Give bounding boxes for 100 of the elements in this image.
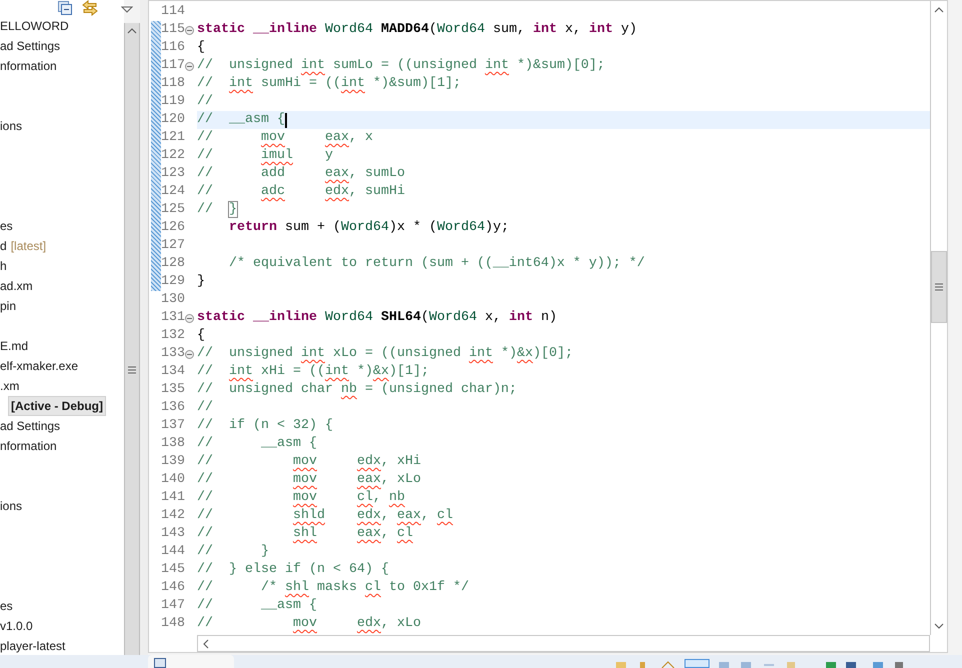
console-tab[interactable] (148, 655, 234, 668)
code-line: // if (n < 32) { (197, 417, 333, 435)
grip-icon (128, 366, 136, 374)
fold-icon[interactable] (185, 350, 194, 358)
tree-item[interactable]: es (0, 597, 13, 615)
line-number: 120 (161, 111, 185, 129)
sidebar-scrollbar[interactable] (124, 23, 140, 655)
tree-item[interactable]: es (0, 217, 13, 235)
code-line: // mov cl, nb (197, 489, 405, 507)
code-line: // unsigned int xLo = ((unsigned int *)&x)[0]; (197, 345, 573, 363)
code-line: { (197, 327, 205, 345)
version-label: [latest] (10, 238, 46, 255)
code-line: // } (197, 201, 237, 219)
tree-item[interactable]: ions (0, 117, 22, 135)
scrollbar-thumb[interactable] (931, 251, 947, 323)
code-line: // __asm { (197, 597, 317, 615)
code-line: // imul y (197, 147, 333, 165)
line-number: 142 (161, 507, 185, 525)
code-line: // mov eax, xLo (197, 471, 421, 489)
line-number: 146 (161, 579, 185, 597)
code-line: // (197, 399, 213, 417)
link-arrows-icon[interactable] (82, 0, 98, 16)
code-line: // unsigned int sumLo = ((unsigned int *)&sum)[0]; (197, 57, 605, 75)
code-line: return sum + (Word64)x * (Word64)y; (228, 219, 509, 237)
line-number: 115 (161, 21, 185, 39)
code-line: // adc edx, sumHi (197, 183, 405, 201)
horizontal-scrollbar[interactable] (197, 635, 930, 652)
tree-item[interactable]: ad.xm (0, 277, 33, 295)
text-cursor (284, 112, 287, 128)
line-number: 137 (161, 417, 185, 435)
tree-item[interactable]: player-latest (0, 637, 66, 655)
tree-item[interactable]: h (0, 257, 7, 275)
line-number: 141 (161, 489, 185, 507)
code-line: // int sumHi = ((int *)&sum)[1]; (197, 75, 461, 93)
code-line: // unsigned char nb = (unsigned char)n; (197, 381, 517, 399)
tree-item[interactable]: pin (0, 297, 16, 315)
fold-icon[interactable] (185, 62, 194, 70)
tree-item[interactable]: nformation (0, 57, 57, 75)
line-number: 143 (161, 525, 185, 543)
editor-scrollbar[interactable] (930, 1, 947, 635)
console-icon (154, 658, 166, 668)
fold-icon[interactable] (185, 314, 194, 322)
line-number: 135 (161, 381, 185, 399)
code-line: // /* shl masks cl to 0x1f */ (197, 579, 469, 597)
tree-item[interactable]: d (0, 237, 7, 255)
tree-item[interactable]: nformation (0, 437, 57, 455)
code-line: } (197, 273, 205, 291)
line-number: 136 (161, 399, 185, 417)
line-number: 134 (161, 363, 185, 381)
line-number: 117 (161, 57, 185, 75)
line-number: 123 (161, 165, 185, 183)
code-line: { (197, 39, 205, 57)
fold-icon[interactable] (185, 26, 194, 34)
line-number: 124 (161, 183, 185, 201)
line-number: 129 (161, 273, 185, 291)
code-line: static __inline Word64 MADD64(Word64 sum, int x, int y) (197, 21, 637, 39)
line-number: 118 (161, 75, 185, 93)
line-number: 114 (161, 3, 185, 21)
code-line: // (197, 93, 213, 111)
tree-item[interactable]: [Active - Debug] (8, 396, 106, 416)
grip-icon (935, 283, 943, 291)
line-number: 140 (161, 471, 185, 489)
code-line: // } (197, 543, 269, 561)
tree-item[interactable]: ad Settings (0, 417, 60, 435)
line-number: 116 (161, 39, 185, 57)
tree-item[interactable]: .xm (0, 377, 20, 395)
tree-item[interactable]: ions (0, 497, 22, 515)
line-number: 127 (161, 237, 185, 255)
line-number: 139 (161, 453, 185, 471)
line-number: 121 (161, 129, 185, 147)
code-line: static __inline Word64 SHL64(Word64 x, int n) (197, 309, 557, 327)
code-line: // shld edx, eax, cl (197, 507, 453, 525)
code-line: // mov edx, xHi (197, 453, 421, 471)
collapse-all-icon[interactable] (58, 1, 72, 15)
line-number: 130 (161, 291, 185, 309)
line-number: 122 (161, 147, 185, 165)
toolbar-icon-drawing[interactable] (614, 659, 904, 668)
tree-item[interactable]: ELLOWORD (0, 17, 69, 35)
code-line: /* equivalent to return (sum + ((__int64)x * y)); */ (228, 255, 645, 273)
code-line: // mov eax, x (197, 129, 373, 147)
tree-item[interactable]: elf-xmaker.exe (0, 357, 78, 375)
code-line: // shl eax, cl (197, 525, 413, 543)
line-number: 138 (161, 435, 185, 453)
line-number: 132 (161, 327, 185, 345)
code-line: // } else if (n < 64) { (197, 561, 389, 579)
view-menu-icon[interactable] (121, 6, 133, 14)
line-number: 119 (161, 93, 185, 111)
tree-item[interactable]: ad Settings (0, 37, 60, 55)
line-number: 125 (161, 201, 185, 219)
code-line: // __asm { (197, 435, 317, 453)
line-number: 148 (161, 615, 185, 633)
line-number: 126 (161, 219, 185, 237)
tree-item[interactable]: E.md (0, 337, 28, 355)
tree-item[interactable]: v1.0.0 (0, 617, 33, 635)
line-number: 131 (161, 309, 185, 327)
code-line: // __asm { (197, 111, 285, 129)
code-line: // add eax, sumLo (197, 165, 405, 183)
code-line: // int xHi = ((int *)&x)[1]; (197, 363, 429, 381)
line-number: 128 (161, 255, 185, 273)
line-number: 145 (161, 561, 185, 579)
